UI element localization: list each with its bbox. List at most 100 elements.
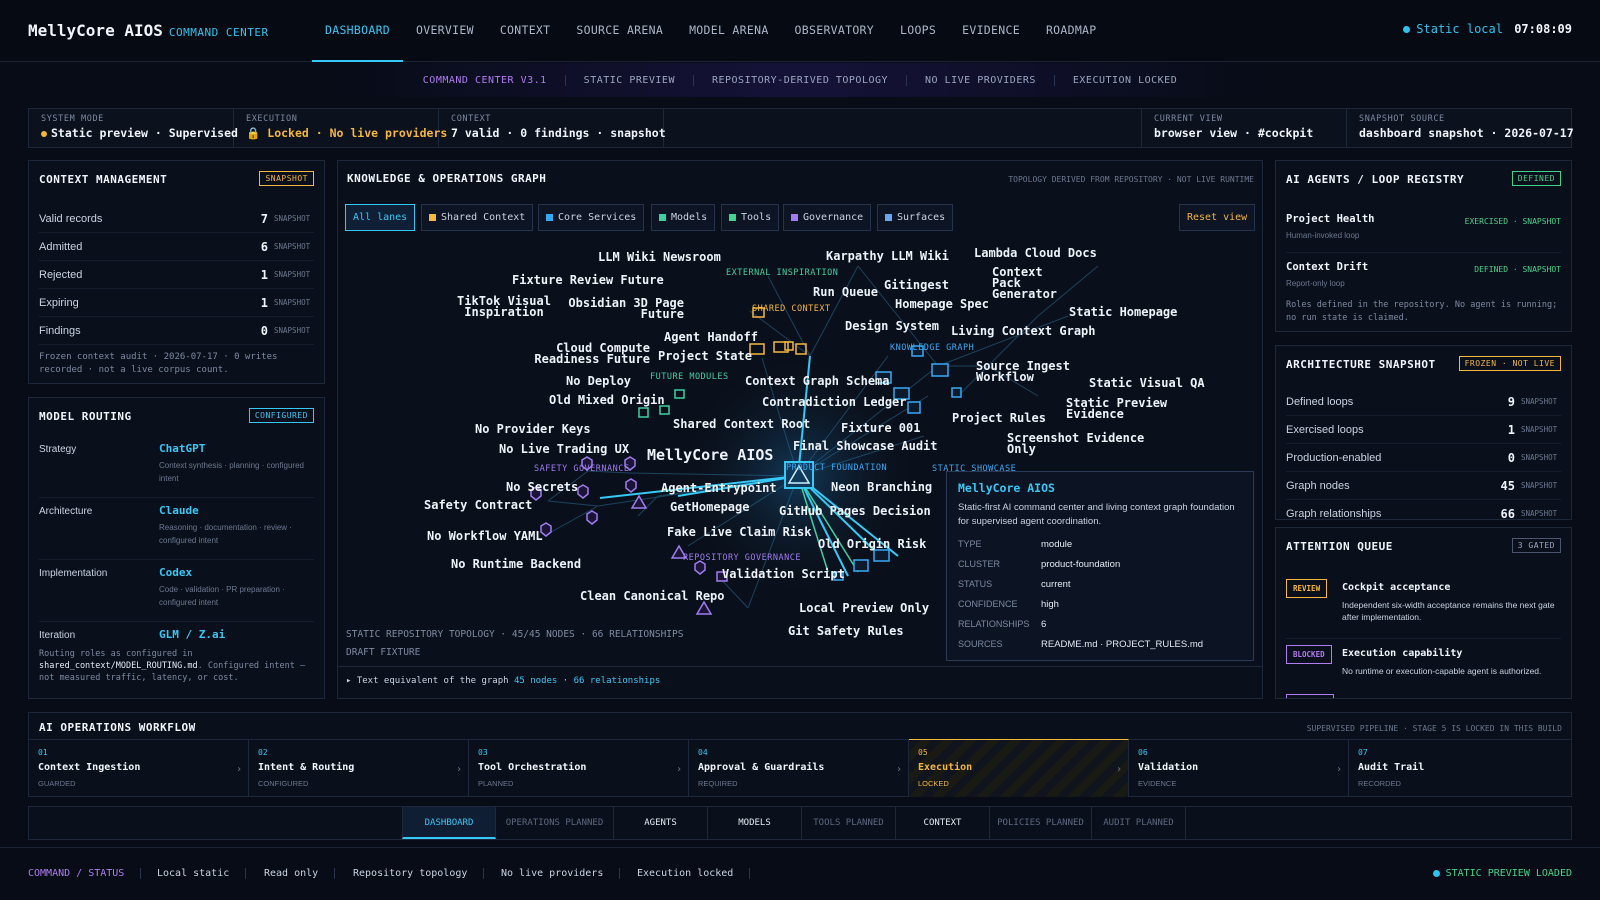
node-validation-script[interactable]: Validation Script — [722, 568, 845, 580]
banner-version: COMMAND CENTER V3.1 — [405, 74, 566, 86]
node-tiktok-visual-inspiration[interactable]: TikTok Visual Inspiration — [456, 295, 552, 318]
attention-item-blocked[interactable]: BLOCKED Execution capability No runtime or… — [1286, 645, 1561, 685]
filter-core-services[interactable]: Core Services — [538, 204, 645, 231]
node-github-pages-decision[interactable]: GitHub Pages Decision — [779, 505, 931, 517]
agent-project-health[interactable]: Project Health Human-invoked loop EXERCISE… — [1286, 213, 1561, 253]
node-clean-canonical-repo[interactable]: Clean Canonical Repo — [580, 590, 725, 602]
nav-source-arena[interactable]: SOURCE ARENA — [563, 0, 676, 62]
node-cloud-compute-readiness-future[interactable]: Cloud Compute Readiness Future — [532, 342, 650, 365]
node-screenshot-evidence-only[interactable]: Screenshot Evidence Only — [1007, 432, 1147, 455]
nav-roadmap[interactable]: ROADMAP — [1033, 0, 1110, 62]
filter-models[interactable]: Models — [651, 204, 716, 231]
node-fixture-review-future[interactable]: Fixture Review Future — [512, 274, 664, 286]
tab-agents[interactable]: AGENTS — [614, 807, 708, 839]
routing-strategy[interactable]: Strategy ChatGPT Context synthesis · plann… — [39, 436, 314, 498]
reset-view-button[interactable]: Reset view — [1179, 204, 1256, 231]
agents-note: Roles defined in the repository. No agen… — [1286, 300, 1558, 323]
disclosure-triangle-icon: ▸ — [346, 676, 352, 686]
panel-title: AI AGENTS / LOOP REGISTRY — [1286, 173, 1465, 186]
filter-governance[interactable]: Governance — [783, 204, 872, 231]
attention-item-review[interactable]: REVIEW Cockpit acceptance Independent six-… — [1286, 579, 1561, 639]
routing-footer: Routing roles as configured in shared_con… — [39, 649, 306, 683]
nav-overview[interactable]: OVERVIEW — [403, 0, 487, 62]
node-old-origin-risk[interactable]: Old Origin Risk — [818, 538, 926, 550]
stage-intent-routing[interactable]: 02 Intent & Routing CONFIGURED › — [249, 739, 469, 797]
tab-context[interactable]: CONTEXT — [896, 807, 990, 839]
node-static-visual-qa[interactable]: Static Visual QA — [1089, 377, 1205, 389]
node-homepage-spec[interactable]: Homepage Spec — [895, 298, 989, 310]
node-safety-contract[interactable]: Safety Contract — [424, 499, 532, 511]
app-logo[interactable]: MellyCore AIOS COMMAND CENTER — [28, 21, 269, 40]
node-karpathy-llm-wiki[interactable]: Karpathy LLM Wiki — [826, 250, 949, 262]
filter-tools[interactable]: Tools — [721, 204, 780, 231]
tab-tools-planned[interactable]: TOOLS PLANNED — [802, 807, 896, 839]
node-no-provider-keys[interactable]: No Provider Keys — [475, 423, 591, 435]
node-no-runtime-backend[interactable]: No Runtime Backend — [451, 558, 581, 570]
node-old-mixed-origin[interactable]: Old Mixed Origin — [549, 394, 665, 406]
node-living-context-graph[interactable]: Living Context Graph — [951, 325, 1096, 337]
nav-observatory[interactable]: OBSERVATORY — [782, 0, 887, 62]
node-shared-context-root[interactable]: Shared Context Root — [673, 418, 810, 430]
node-no-live-trading-ux[interactable]: No Live Trading UX — [499, 443, 629, 455]
nav-evidence[interactable]: EVIDENCE — [949, 0, 1033, 62]
text-equivalent-toggle[interactable]: ▸ Text equivalent of the graph 45 nodes … — [346, 676, 660, 686]
node-context-pack-generator[interactable]: Context Pack Generator — [992, 266, 1078, 300]
tab-audit-planned[interactable]: AUDIT PLANNED — [1092, 807, 1186, 839]
node-agent-handoff[interactable]: Agent Handoff — [664, 331, 758, 343]
node-no-deploy[interactable]: No Deploy — [566, 375, 631, 387]
nav-dashboard[interactable]: DASHBOARD — [312, 0, 404, 62]
node-gethomepage[interactable]: GetHomepage — [670, 501, 749, 513]
node-static-preview-evidence[interactable]: Static Preview Evidence — [1066, 397, 1170, 420]
node-fake-live-claim-risk[interactable]: Fake Live Claim Risk — [667, 526, 812, 538]
status-no-live-providers: No live providers — [501, 868, 621, 879]
filter-surfaces[interactable]: Surfaces — [877, 204, 954, 231]
core-services-swatch-icon — [546, 213, 553, 221]
nav-loops[interactable]: LOOPS — [887, 0, 949, 62]
node-agent-entrypoint[interactable]: Agent-Entrypoint — [661, 482, 777, 494]
stage-tool-orchestration[interactable]: 03 Tool Orchestration PLANNED › — [469, 739, 689, 797]
node-lambda-cloud-docs[interactable]: Lambda Cloud Docs — [974, 247, 1097, 259]
node-design-system[interactable]: Design System — [845, 320, 939, 332]
stage-audit-trail[interactable]: 07 Audit Trail RECORDED — [1349, 739, 1571, 797]
filter-all-lanes[interactable]: All lanes — [345, 204, 416, 231]
node-contradiction-ledger[interactable]: Contradiction Ledger — [762, 396, 907, 408]
agent-context-drift[interactable]: Context Drift Report-only loop DEFINED · S… — [1286, 261, 1561, 297]
banner-static: STATIC PREVIEW — [566, 74, 694, 86]
routing-architecture[interactable]: Architecture Claude Reasoning · documentat… — [39, 498, 314, 560]
node-project-state[interactable]: Project State — [658, 350, 752, 362]
node-fixture-001[interactable]: Fixture 001 — [841, 422, 920, 434]
node-project-rules[interactable]: Project Rules — [952, 412, 1046, 424]
main-nav: DASHBOARD OVERVIEW CONTEXT SOURCE ARENA … — [312, 0, 1110, 62]
node-neon-branching[interactable]: Neon Branching — [831, 481, 932, 493]
nav-context[interactable]: CONTEXT — [487, 0, 564, 62]
tab-operations-planned[interactable]: OPERATIONS PLANNED — [496, 807, 614, 839]
node-final-showcase-audit[interactable]: Final Showcase Audit — [793, 440, 938, 452]
tab-policies-planned[interactable]: POLICIES PLANNED — [990, 807, 1092, 839]
node-static-homepage[interactable]: Static Homepage — [1069, 306, 1177, 318]
stage-approval-guardrails[interactable]: 04 Approval & Guardrails REQUIRED › — [689, 739, 909, 797]
routing-implementation[interactable]: Implementation Codex Code · validation · P… — [39, 560, 314, 622]
node-obsidian-3d-page-future[interactable]: Obsidian 3D Page Future — [562, 297, 684, 320]
filter-shared-context[interactable]: Shared Context — [421, 204, 534, 231]
panel-title: CONTEXT MANAGEMENT — [39, 173, 168, 186]
cluster-repository-governance: REPOSITORY GOVERNANCE — [683, 553, 801, 563]
tab-dashboard[interactable]: DASHBOARD — [402, 807, 496, 839]
node-no-secrets[interactable]: No Secrets — [506, 481, 578, 493]
tab-models[interactable]: MODELS — [708, 807, 802, 839]
node-no-workflow-yaml[interactable]: No Workflow YAML — [427, 530, 543, 542]
stage-context-ingestion[interactable]: 01 Context Ingestion GUARDED › — [29, 739, 249, 797]
node-gitingest[interactable]: Gitingest — [884, 279, 949, 291]
node-llm-wiki-newsroom[interactable]: LLM Wiki Newsroom — [598, 251, 721, 263]
stage-validation[interactable]: 06 Validation EVIDENCE › — [1129, 739, 1349, 797]
node-local-preview-only[interactable]: Local Preview Only — [799, 602, 929, 614]
nav-model-arena[interactable]: MODEL ARENA — [676, 0, 781, 62]
node-context-graph-schema[interactable]: Context Graph Schema — [745, 375, 890, 387]
node-source-ingest-workflow[interactable]: Source Ingest Workflow — [976, 360, 1076, 383]
node-git-safety-rules[interactable]: Git Safety Rules — [788, 625, 904, 637]
app-root: MellyCore AIOS COMMAND CENTER DASHBOARD O… — [0, 0, 1600, 900]
stage-execution[interactable]: 05 Execution LOCKED › — [909, 739, 1129, 797]
ctx-row-findings: Findings 0 SNAPSHOT — [39, 317, 314, 345]
node-tooltip: MellyCore AIOS Static-first AI command c… — [946, 471, 1254, 661]
node-run-queue[interactable]: Run Queue — [813, 286, 878, 298]
node-mellycore-aios[interactable]: MellyCore AIOS — [647, 448, 773, 463]
